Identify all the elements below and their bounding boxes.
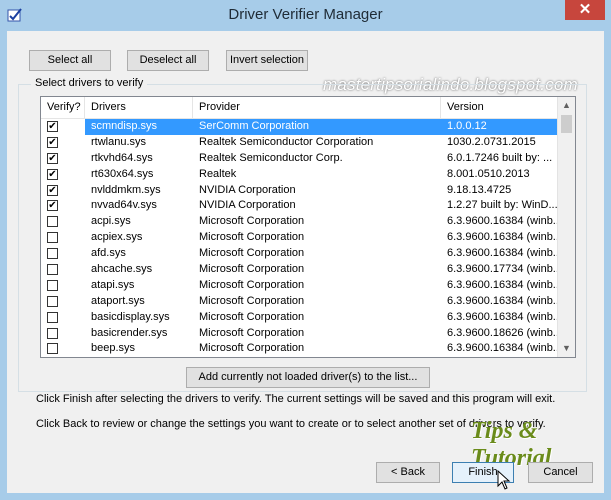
table-row[interactable]: ataport.sys Microsoft Corporation 6.3.9600… bbox=[41, 294, 557, 310]
provider-cell: Microsoft Corporation bbox=[199, 310, 305, 323]
close-button[interactable]: ✕ bbox=[565, 0, 605, 20]
verify-checkbox[interactable] bbox=[47, 248, 58, 260]
verify-checkbox[interactable] bbox=[47, 264, 58, 276]
vertical-scrollbar[interactable]: ▲ ▼ bbox=[557, 97, 575, 357]
verify-checkbox[interactable] bbox=[47, 343, 58, 355]
provider-cell: Microsoft Corporation bbox=[199, 231, 305, 244]
provider-cell: Microsoft Corporation bbox=[199, 247, 305, 260]
driver-name-cell: atapi.sys bbox=[91, 278, 135, 291]
driver-name-cell: acpiex.sys bbox=[91, 231, 143, 244]
verify-checkbox[interactable]: ✔ bbox=[47, 184, 58, 196]
column-version[interactable]: Version bbox=[441, 97, 557, 118]
verify-checkbox[interactable] bbox=[47, 295, 58, 307]
scroll-thumb[interactable] bbox=[561, 115, 572, 133]
driver-name-cell: basicrender.sys bbox=[91, 326, 168, 339]
deselect-all-button[interactable]: Deselect all bbox=[127, 50, 209, 71]
driver-name-cell: nvlddmkm.sys bbox=[91, 183, 161, 196]
driver-name-cell: rt630x64.sys bbox=[91, 167, 154, 180]
table-row[interactable]: basicrender.sys Microsoft Corporation 6.3.… bbox=[41, 326, 557, 342]
provider-cell: Microsoft Corporation bbox=[199, 326, 305, 339]
verify-checkbox[interactable]: ✔ bbox=[47, 136, 58, 148]
driver-name-cell: beep.sys bbox=[91, 342, 136, 355]
table-row[interactable]: ✔ nvlddmkm.sys NVIDIA Corporation 9.18.13.4… bbox=[41, 183, 557, 199]
provider-cell: Realtek bbox=[199, 167, 237, 180]
provider-cell: NVIDIA Corporation bbox=[199, 199, 296, 212]
version-cell: 1030.2.0731.2015 bbox=[447, 135, 536, 148]
provider-cell: Microsoft Corporation bbox=[199, 215, 305, 228]
invert-selection-button[interactable]: Invert selection bbox=[226, 50, 308, 71]
group-label: Select drivers to verify bbox=[31, 77, 148, 89]
verify-checkbox[interactable] bbox=[47, 279, 58, 291]
driver-name-cell: afd.sys bbox=[91, 247, 126, 260]
version-cell: 6.3.9600.16384 (winb... bbox=[447, 342, 557, 355]
provider-cell: Microsoft Corporation bbox=[199, 342, 305, 355]
version-cell: 6.3.9600.16384 (winb... bbox=[447, 294, 557, 307]
scroll-up-icon[interactable]: ▲ bbox=[558, 97, 575, 114]
version-cell: 6.3.9600.16384 (winb... bbox=[447, 310, 557, 323]
driver-name-cell: rtkvhd64.sys bbox=[91, 151, 153, 164]
version-cell: 6.0.1.7246 built by: ... bbox=[447, 151, 553, 164]
verify-checkbox[interactable] bbox=[47, 216, 58, 228]
table-row[interactable]: basicdisplay.sys Microsoft Corporation 6.3… bbox=[41, 310, 557, 326]
driver-name-cell: scmndisp.sys bbox=[91, 120, 158, 132]
driver-name-cell: nvvad64v.sys bbox=[91, 199, 157, 212]
provider-cell: NVIDIA Corporation bbox=[199, 183, 296, 196]
cancel-button[interactable]: Cancel bbox=[528, 462, 593, 483]
table-row[interactable]: acpi.sys Microsoft Corporation 6.3.9600.16… bbox=[41, 214, 557, 230]
table-row[interactable]: ahcache.sys Microsoft Corporation 6.3.9600… bbox=[41, 262, 557, 278]
list-header: Verify? Drivers Provider Version bbox=[41, 97, 557, 119]
table-row[interactable]: afd.sys Microsoft Corporation 6.3.9600.163… bbox=[41, 246, 557, 262]
table-row[interactable]: ✔ scmndisp.sys SerComm Corporation 1.0.0.12 bbox=[41, 119, 557, 135]
version-cell: 1.0.0.12 bbox=[447, 120, 487, 132]
provider-cell: Realtek Semiconductor Corp. bbox=[199, 151, 343, 164]
table-row[interactable]: beep.sys Microsoft Corporation 6.3.9600.16… bbox=[41, 341, 557, 357]
table-row[interactable]: ✔ nvvad64v.sys NVIDIA Corporation 1.2.27 bu… bbox=[41, 198, 557, 214]
version-cell: 9.18.13.4725 bbox=[447, 183, 512, 196]
version-cell: 6.3.9600.16384 (winb... bbox=[447, 231, 557, 244]
column-drivers[interactable]: Drivers bbox=[85, 97, 193, 118]
column-provider[interactable]: Provider bbox=[193, 97, 441, 118]
title-bar: Driver Verifier Manager ✕ bbox=[0, 0, 611, 31]
driver-name-cell: rtwlanu.sys bbox=[91, 135, 147, 148]
drivers-listview[interactable]: Verify? Drivers Provider Version ✔ scmndi… bbox=[40, 96, 576, 358]
table-row[interactable]: atapi.sys Microsoft Corporation 6.3.9600.1… bbox=[41, 278, 557, 294]
back-button[interactable]: < Back bbox=[376, 462, 440, 483]
provider-cell: Microsoft Corporation bbox=[199, 263, 305, 276]
version-cell: 6.3.9600.16384 (winb... bbox=[447, 278, 557, 291]
verify-checkbox[interactable] bbox=[47, 232, 58, 244]
version-cell: 6.3.9600.16384 (winb... bbox=[447, 247, 557, 260]
window-title: Driver Verifier Manager bbox=[228, 6, 383, 23]
version-cell: 1.2.27 built by: WinD... bbox=[447, 199, 557, 212]
driver-name-cell: acpi.sys bbox=[91, 215, 131, 228]
provider-cell: SerComm Corporation bbox=[199, 120, 310, 132]
table-row[interactable]: ✔ rt630x64.sys Realtek 8.001.0510.2013 bbox=[41, 167, 557, 183]
list-rows: ✔ scmndisp.sys SerComm Corporation 1.0.0.12… bbox=[41, 119, 557, 357]
version-cell: 6.3.9600.18626 (winb... bbox=[447, 326, 557, 339]
version-cell: 8.001.0510.2013 bbox=[447, 167, 530, 180]
provider-cell: Microsoft Corporation bbox=[199, 294, 305, 307]
verify-checkbox[interactable] bbox=[47, 311, 58, 323]
scroll-down-icon[interactable]: ▼ bbox=[558, 340, 575, 357]
info-finish-text: Click Finish after selecting the drivers… bbox=[36, 393, 556, 405]
mouse-pointer-icon bbox=[497, 470, 511, 490]
verify-checkbox[interactable]: ✔ bbox=[47, 121, 58, 132]
verify-checkbox[interactable]: ✔ bbox=[47, 168, 58, 180]
add-unloaded-drivers-button[interactable]: Add currently not loaded driver(s) to th… bbox=[186, 367, 430, 388]
version-cell: 6.3.9600.16384 (winb... bbox=[447, 215, 557, 228]
select-all-button[interactable]: Select all bbox=[29, 50, 111, 71]
version-cell: 6.3.9600.17734 (winb... bbox=[447, 263, 557, 276]
verify-checkbox[interactable]: ✔ bbox=[47, 200, 58, 212]
provider-cell: Realtek Semiconductor Corporation bbox=[199, 135, 374, 148]
table-row[interactable]: ✔ rtkvhd64.sys Realtek Semiconductor Corp.… bbox=[41, 151, 557, 167]
driver-name-cell: ahcache.sys bbox=[91, 263, 153, 276]
table-row[interactable]: ✔ rtwlanu.sys Realtek Semiconductor Corpor… bbox=[41, 135, 557, 151]
table-row[interactable]: acpiex.sys Microsoft Corporation 6.3.9600.… bbox=[41, 230, 557, 246]
info-back-text: Click Back to review or change the setti… bbox=[36, 418, 546, 430]
provider-cell: Microsoft Corporation bbox=[199, 278, 305, 291]
verify-checkbox[interactable]: ✔ bbox=[47, 152, 58, 164]
driver-name-cell: basicdisplay.sys bbox=[91, 310, 170, 323]
driver-name-cell: ataport.sys bbox=[91, 294, 145, 307]
verify-checkbox[interactable] bbox=[47, 327, 58, 339]
column-verify[interactable]: Verify? bbox=[41, 97, 85, 118]
